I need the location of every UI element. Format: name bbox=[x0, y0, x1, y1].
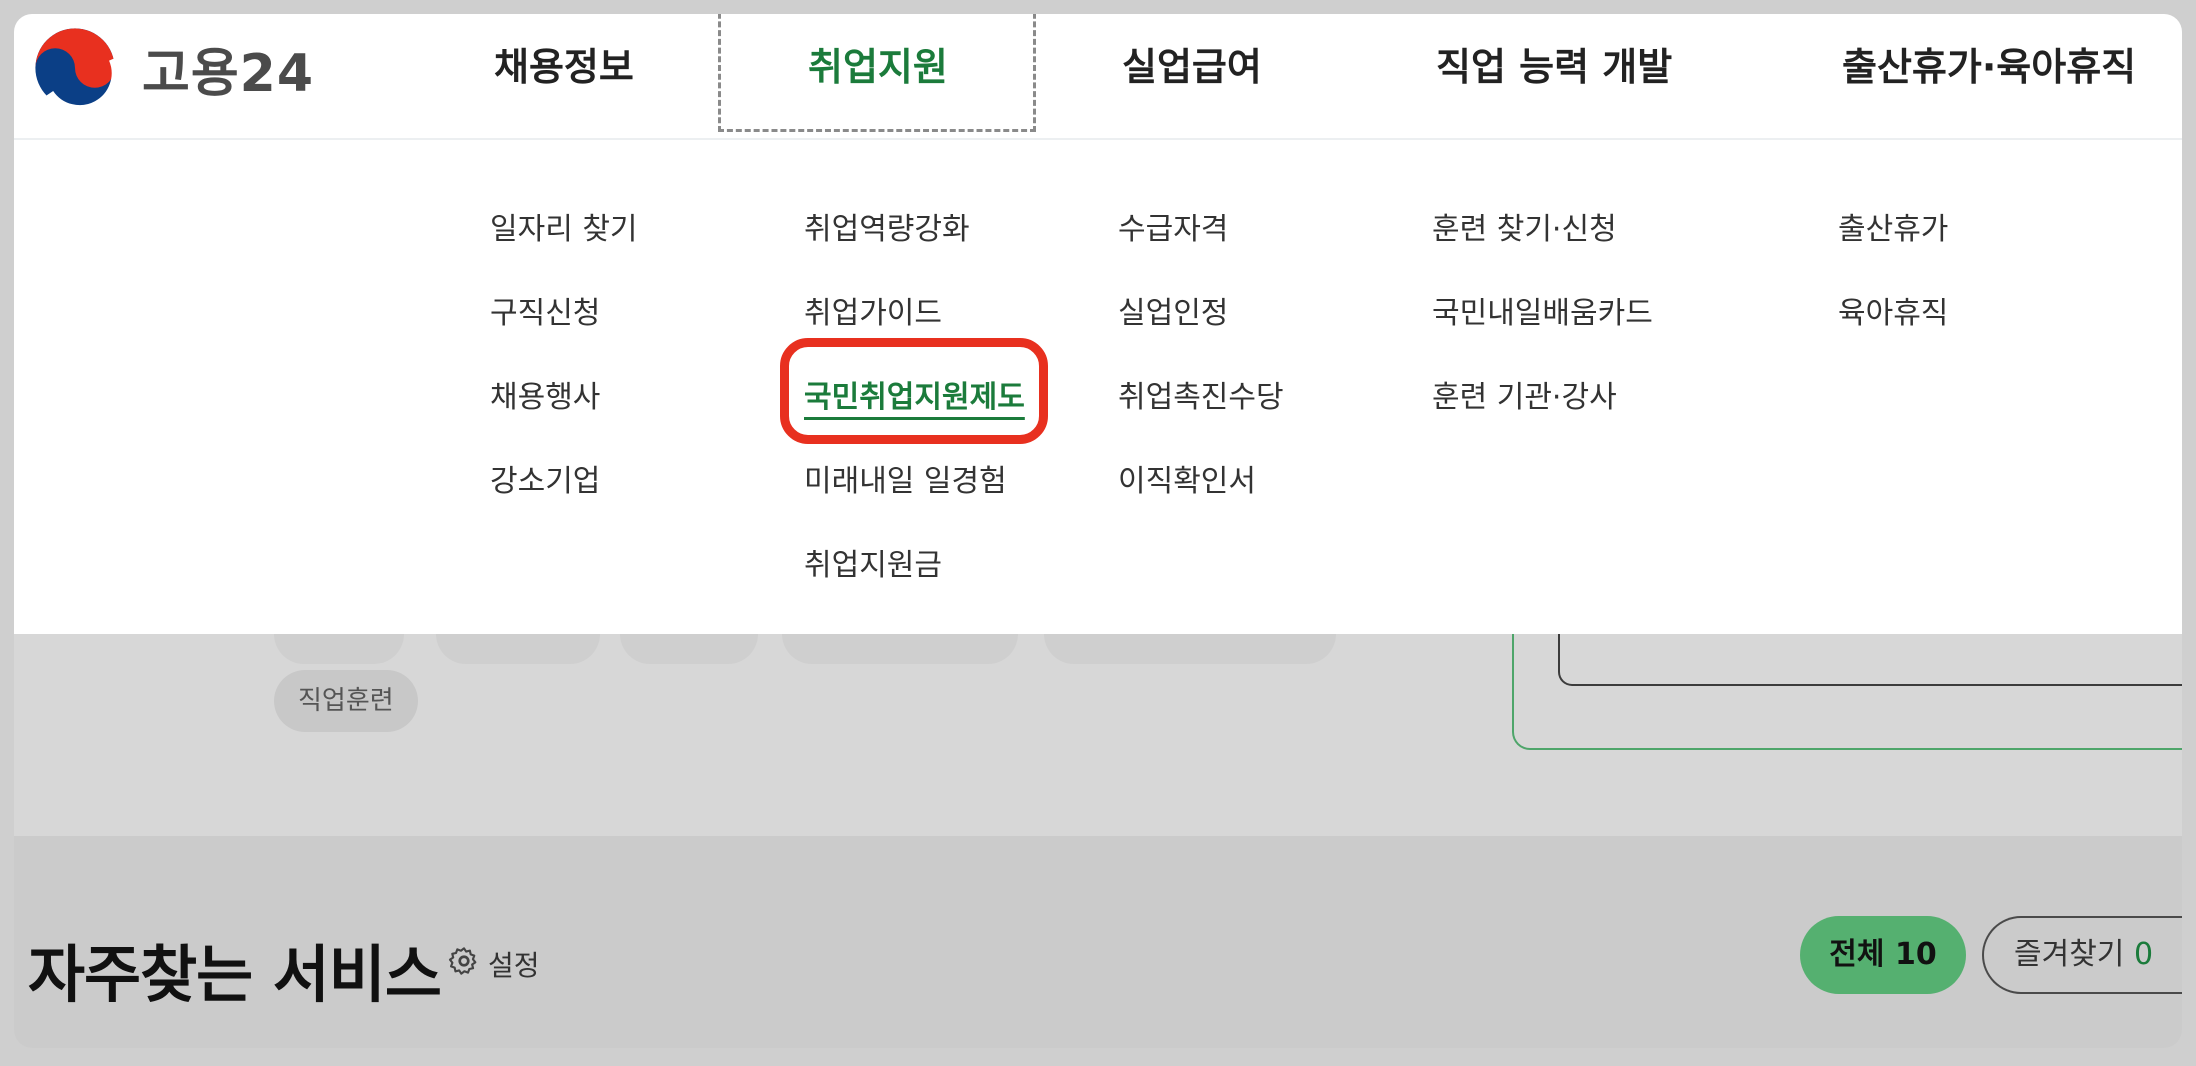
nav-recruitment[interactable]: 채용정보 bbox=[494, 36, 634, 91]
settings-button[interactable]: 설정 bbox=[448, 944, 540, 984]
mega-menu: 일자리 찾기 구직신청 채용행사 강소기업 취업역량강화 취업가이드 국민취업지… bbox=[14, 140, 2182, 634]
menu-item[interactable]: 출산휴가 bbox=[1838, 208, 1948, 292]
menu-item[interactable]: 채용행사 bbox=[490, 376, 638, 460]
menu-item[interactable]: 취업역량강화 bbox=[804, 208, 1025, 292]
chip-ghost bbox=[782, 634, 1018, 664]
favorites-count: 0 bbox=[2133, 937, 2154, 972]
favorites-label: 즐겨찾기 bbox=[2014, 937, 2125, 972]
menu-item[interactable]: 취업지원금 bbox=[804, 544, 1025, 628]
nav-unemployment-benefits[interactable]: 실업급여 bbox=[1122, 36, 1262, 91]
menu-item[interactable]: 취업촉진수당 bbox=[1118, 376, 1284, 460]
section-title: 자주찾는 서비스 bbox=[28, 938, 442, 1011]
menu-column-unemployment-benefits: 수급자격 실업인정 취업촉진수당 이직확인서 bbox=[1118, 208, 1284, 544]
chip-ghost bbox=[1044, 634, 1336, 664]
menu-column-leave: 출산휴가 육아휴직 bbox=[1838, 208, 1948, 376]
chip-job-training[interactable]: 직업훈련 bbox=[274, 670, 418, 732]
site-header: 고용24 채용정보 취업지원 실업급여 직업 능력 개발 출산휴가·육아휴직 bbox=[14, 14, 2182, 140]
menu-item[interactable]: 취업가이드 bbox=[804, 292, 1025, 376]
chip-ghost bbox=[274, 634, 404, 664]
nav-maternity-parental-leave[interactable]: 출산휴가·육아휴직 bbox=[1842, 36, 2136, 91]
gear-icon bbox=[448, 945, 480, 984]
menu-column-vocational-training: 훈련 찾기·신청 국민내일배움카드 훈련 기관·강사 bbox=[1432, 208, 1653, 460]
all-services-button[interactable]: 전체 10 bbox=[1800, 916, 1966, 994]
page-frame: 직업훈련 자주찾는 서비스 설정 전체 10 즐겨찾기 0 고용24 채용정보 … bbox=[14, 14, 2182, 1048]
chip-ghost bbox=[620, 634, 758, 664]
menu-item-national-employment-support[interactable]: 국민취업지원제도 bbox=[804, 376, 1025, 460]
menu-item[interactable]: 일자리 찾기 bbox=[490, 208, 638, 292]
chip-ghost bbox=[436, 634, 600, 664]
menu-item[interactable]: 실업인정 bbox=[1118, 292, 1284, 376]
settings-label: 설정 bbox=[488, 949, 540, 982]
menu-item[interactable]: 구직신청 bbox=[490, 292, 638, 376]
menu-item[interactable]: 훈련 찾기·신청 bbox=[1432, 208, 1653, 292]
menu-item[interactable]: 이직확인서 bbox=[1118, 460, 1284, 544]
menu-item[interactable]: 국민내일배움카드 bbox=[1432, 292, 1653, 376]
menu-column-recruitment: 일자리 찾기 구직신청 채용행사 강소기업 bbox=[490, 208, 638, 544]
menu-item[interactable]: 강소기업 bbox=[490, 460, 638, 544]
menu-item[interactable]: 수급자격 bbox=[1118, 208, 1284, 292]
search-box-outline bbox=[1558, 634, 2182, 686]
favorites-button[interactable]: 즐겨찾기 0 bbox=[1982, 916, 2182, 994]
nav-vocational-training[interactable]: 직업 능력 개발 bbox=[1436, 36, 1672, 91]
nav-employment-support[interactable]: 취업지원 bbox=[808, 36, 948, 91]
menu-item[interactable]: 훈련 기관·강사 bbox=[1432, 376, 1653, 460]
menu-item[interactable]: 미래내일 일경험 bbox=[804, 460, 1025, 544]
menu-column-employment-support: 취업역량강화 취업가이드 국민취업지원제도 미래내일 일경험 취업지원금 bbox=[804, 208, 1025, 628]
global-nav: 채용정보 취업지원 실업급여 직업 능력 개발 출산휴가·육아휴직 bbox=[14, 14, 2182, 140]
menu-item[interactable]: 육아휴직 bbox=[1838, 292, 1948, 376]
